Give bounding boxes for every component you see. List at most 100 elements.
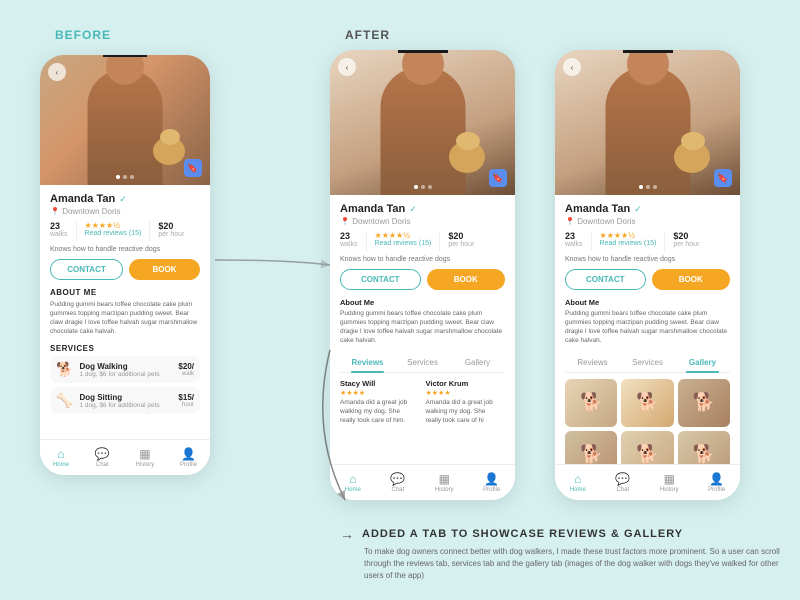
profile-content-after2: Amanda Tan ✓ 📍 Downtown Doris 23 walks ★… bbox=[555, 195, 740, 464]
back-button-after1[interactable]: ‹ bbox=[338, 58, 356, 76]
phone-after1: ‹ 🔖 Amanda Tan ✓ 📍 Downtown Doris 23 wal… bbox=[330, 50, 515, 500]
home-icon-after2: ⌂ bbox=[574, 472, 581, 486]
annotation-title: ADDED A TAB TO SHOWCASE REVIEWS & GALLER… bbox=[362, 528, 683, 540]
history-icon-after2: ▦ bbox=[664, 472, 675, 486]
nav-history-before[interactable]: ▦ History bbox=[136, 447, 155, 468]
book-button-before[interactable]: BOOK bbox=[129, 259, 200, 280]
profile-photo-after2: ‹ 🔖 bbox=[555, 50, 740, 195]
services-title-before: SERVICES bbox=[50, 344, 200, 353]
profile-info-after1: Amanda Tan ✓ 📍 Downtown Doris 23 walks ★… bbox=[330, 195, 515, 345]
bookmark-button-before[interactable]: 🔖 bbox=[184, 159, 202, 177]
home-icon-after1: ⌂ bbox=[349, 472, 356, 486]
book-button-after1[interactable]: BOOK bbox=[427, 269, 506, 290]
gallery-item-4 bbox=[565, 431, 617, 464]
service-name-sitting: Dog Sitting bbox=[79, 393, 172, 402]
contact-button-after1[interactable]: CONTACT bbox=[340, 269, 421, 290]
back-button-after2[interactable]: ‹ bbox=[563, 58, 581, 76]
btn-row-before: CONTACT BOOK bbox=[50, 259, 200, 280]
review-card-2: Victor Krum ★★★★ Amanda did a great job … bbox=[426, 379, 500, 425]
contact-button-before[interactable]: CONTACT bbox=[50, 259, 123, 280]
profile-name-after2: Amanda Tan bbox=[565, 203, 630, 215]
tabs-row-after1: Reviews Services Gallery bbox=[340, 353, 505, 373]
nav-home-after2[interactable]: ⌂ Home bbox=[570, 472, 586, 493]
reviews-container-after1: Stacy Will ★★★★ Amanda did a great job w… bbox=[330, 379, 515, 425]
about-text-after1: About Me Pudding gummi bears toffee choc… bbox=[340, 298, 505, 345]
location-after2: 📍 Downtown Doris bbox=[565, 217, 730, 226]
tab-gallery-after1[interactable]: Gallery bbox=[450, 353, 505, 372]
nav-history-after2[interactable]: ▦ History bbox=[660, 472, 679, 493]
profile-photo-before: ‹ 🔖 bbox=[40, 55, 210, 185]
knows-text-before: Knows how to handle reactive dogs bbox=[50, 246, 200, 253]
dog-walking-icon: 🐕 bbox=[56, 361, 73, 378]
gallery-item-3 bbox=[678, 379, 730, 427]
nav-profile-after2[interactable]: 👤 Profile bbox=[708, 472, 725, 493]
location-after1: 📍 Downtown Doris bbox=[340, 217, 505, 226]
bookmark-button-after1[interactable]: 🔖 bbox=[489, 169, 507, 187]
profile-photo-after1: ‹ 🔖 bbox=[330, 50, 515, 195]
tab-services-after2[interactable]: Services bbox=[620, 353, 675, 372]
about-text-after2: About Me Pudding gummi bears toffee choc… bbox=[565, 298, 730, 345]
annotation-desc: To make dog owners connect better with d… bbox=[340, 546, 780, 582]
service-name-walking: Dog Walking bbox=[79, 362, 172, 371]
profile-icon-before: 👤 bbox=[181, 447, 196, 461]
before-label: BEFORE bbox=[55, 28, 111, 42]
profile-name-after1: Amanda Tan bbox=[340, 203, 405, 215]
chat-icon-before: 💬 bbox=[95, 447, 110, 461]
nav-home-after1[interactable]: ⌂ Home bbox=[345, 472, 361, 493]
nav-chat-before[interactable]: 💬 Chat bbox=[95, 447, 110, 468]
dog-sitting-icon: 🦴 bbox=[56, 392, 73, 409]
tabs-row-after2: Reviews Services Gallery bbox=[565, 353, 730, 373]
service-card-sitting: 🦴 Dog Sitting 1 dog, $6 for additional p… bbox=[50, 387, 200, 414]
nav-chat-after1[interactable]: 💬 Chat bbox=[390, 472, 405, 493]
knows-text-after1: Knows how to handle reactive dogs bbox=[340, 256, 505, 263]
gallery-item-5 bbox=[621, 431, 673, 464]
chat-icon-after1: 💬 bbox=[390, 472, 405, 486]
profile-info-before: Amanda Tan ✓ 📍 Downtown Doris 23 walks ★… bbox=[40, 185, 210, 414]
stats-row-after2: 23 walks ★★★★½ Read reviews (15) $20 per… bbox=[565, 231, 730, 251]
gallery-grid-after2 bbox=[555, 379, 740, 464]
nav-profile-after1[interactable]: 👤 Profile bbox=[483, 472, 500, 493]
nav-home-before[interactable]: ⌂ Home bbox=[53, 447, 69, 468]
bookmark-button-after2[interactable]: 🔖 bbox=[714, 169, 732, 187]
nav-profile-before[interactable]: 👤 Profile bbox=[180, 447, 197, 468]
nav-history-after1[interactable]: ▦ History bbox=[435, 472, 454, 493]
bottom-nav-after2: ⌂ Home 💬 Chat ▦ History 👤 Profile bbox=[555, 464, 740, 500]
tab-services-after1[interactable]: Services bbox=[395, 353, 450, 372]
gallery-item-1 bbox=[565, 379, 617, 427]
photo-dots-after2 bbox=[639, 185, 657, 189]
verified-icon-after1: ✓ bbox=[409, 204, 417, 215]
tab-reviews-after2[interactable]: Reviews bbox=[565, 353, 620, 372]
about-title-before: ABOUT ME bbox=[50, 288, 200, 297]
nav-chat-after2[interactable]: 💬 Chat bbox=[615, 472, 630, 493]
annotation-box: → ADDED A TAB TO SHOWCASE REVIEWS & GALL… bbox=[340, 526, 780, 582]
profile-name-before: Amanda Tan bbox=[50, 193, 115, 205]
gallery-item-6 bbox=[678, 431, 730, 464]
verified-icon-after2: ✓ bbox=[634, 204, 642, 215]
home-icon-before: ⌂ bbox=[57, 447, 64, 461]
chat-icon-after2: 💬 bbox=[615, 472, 630, 486]
tab-gallery-after2[interactable]: Gallery bbox=[675, 353, 730, 372]
history-icon-after1: ▦ bbox=[439, 472, 450, 486]
bottom-nav-before: ⌂ Home 💬 Chat ▦ History 👤 Profile bbox=[40, 439, 210, 475]
annotation-arrow-row: → ADDED A TAB TO SHOWCASE REVIEWS & GALL… bbox=[340, 526, 780, 542]
location-before: 📍 Downtown Doris bbox=[50, 207, 200, 216]
service-card-walking: 🐕 Dog Walking 1 dog, $6 for additional p… bbox=[50, 356, 200, 383]
btn-row-after2: CONTACT BOOK bbox=[565, 269, 730, 290]
about-text-before: Pudding gummi bears toffee chocolate cak… bbox=[50, 300, 200, 336]
book-button-after2[interactable]: BOOK bbox=[652, 269, 731, 290]
contact-button-after2[interactable]: CONTACT bbox=[565, 269, 646, 290]
photo-dots-before bbox=[116, 175, 134, 179]
tab-reviews-after1[interactable]: Reviews bbox=[340, 353, 395, 372]
review-card-1: Stacy Will ★★★★ Amanda did a great job w… bbox=[340, 379, 414, 425]
service-sub-walking: 1 dog, $6 for additional pets bbox=[79, 371, 172, 378]
history-icon-before: ▦ bbox=[139, 447, 150, 461]
arrow-icon: → bbox=[340, 526, 354, 542]
gallery-item-2 bbox=[621, 379, 673, 427]
phone-after2: ‹ 🔖 Amanda Tan ✓ 📍 Downtown Doris 23 wal… bbox=[555, 50, 740, 500]
profile-info-after2: Amanda Tan ✓ 📍 Downtown Doris 23 walks ★… bbox=[555, 195, 740, 345]
photo-dots-after1 bbox=[414, 185, 432, 189]
profile-icon-after1: 👤 bbox=[484, 472, 499, 486]
service-sub-sitting: 1 dog, $6 for additional pets bbox=[79, 402, 172, 409]
back-button-before[interactable]: ‹ bbox=[48, 63, 66, 81]
profile-icon-after2: 👤 bbox=[709, 472, 724, 486]
